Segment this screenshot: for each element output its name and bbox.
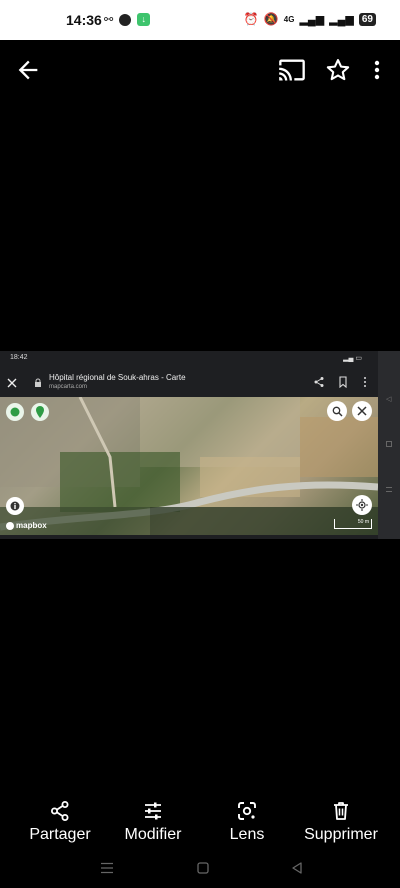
status-right-icons: ⏰ 🔕 4G ▂▄▆ ▂▄▆ 69 — [244, 12, 376, 26]
back-triangle-icon[interactable] — [291, 861, 303, 874]
close-icon — [352, 401, 372, 421]
mapbox-logo: mapbox — [6, 521, 47, 530]
info-icon — [6, 497, 24, 515]
star-icon[interactable] — [324, 56, 352, 84]
locate-icon — [352, 495, 372, 515]
rail-home-icon — [386, 441, 392, 447]
search-icon — [327, 401, 347, 421]
photo-browser-bar: Hôpital régional de Souk-ahras - Carte m… — [0, 365, 378, 397]
home-icon[interactable] — [197, 861, 209, 874]
top-app-bar — [0, 40, 400, 100]
phone-icon — [6, 403, 24, 421]
share-button[interactable]: Partager — [22, 796, 98, 844]
photo-status-bar: 18:42 ▂▄ ▭ — [0, 351, 378, 365]
photo-side-rail: ◁ — [378, 351, 400, 539]
share-icon — [313, 375, 325, 387]
lens-icon — [236, 800, 258, 822]
photo-status-icons: ▂▄ ▭ — [343, 355, 362, 362]
rail-back-icon: ◁ — [386, 396, 392, 403]
alarm-icon: ⏰ — [243, 12, 259, 26]
status-time: 14:36 — [66, 12, 102, 28]
battery-icon: 69 — [358, 12, 376, 26]
mapbox-logo-text: mapbox — [16, 521, 47, 530]
delete-button[interactable]: Supprimer — [298, 796, 384, 844]
close-icon — [7, 375, 17, 388]
bookmark-icon — [338, 375, 348, 389]
photo-page-url: mapcarta.com — [49, 384, 88, 390]
signal-icon: ▂▄▆ — [299, 13, 325, 26]
status-bar: 14:36 ⚯ ↓ ⏰ 🔕 4G ▂▄▆ ▂▄▆ 69 — [0, 0, 400, 40]
trash-icon — [330, 800, 352, 822]
more-vert-icon — [361, 375, 369, 387]
tune-icon — [142, 800, 164, 822]
mapbox-logo-icon — [6, 521, 14, 530]
cast-icon[interactable] — [278, 56, 306, 84]
mute-icon: 🔕 — [263, 12, 279, 26]
map-scale: 50 m — [334, 519, 372, 529]
edit-label: Modifier — [124, 826, 182, 843]
lock-icon — [34, 375, 42, 387]
network-type-label: 4G — [283, 14, 295, 24]
messenger-icon — [119, 13, 132, 26]
status-left-icons: ⚯ ↓ — [104, 13, 151, 26]
lens-label: Lens — [229, 826, 265, 843]
more-vert-icon[interactable] — [365, 56, 389, 84]
delete-label: Supprimer — [304, 826, 378, 843]
signal-2-icon: ▂▄▆ — [329, 13, 354, 26]
system-nav-bar — [0, 848, 400, 888]
back-arrow-icon[interactable] — [14, 56, 42, 84]
share-icon — [49, 800, 71, 822]
photo-preview[interactable]: 18:42 ▂▄ ▭ Hôpital régional de Souk-ahra… — [0, 351, 400, 539]
photo-actions-bar: Partager Modifier Lens Supprimer — [0, 796, 400, 848]
map-pin-icon — [31, 403, 49, 421]
edit-button[interactable]: Modifier — [117, 796, 189, 844]
recents-menu-icon[interactable] — [100, 861, 114, 874]
satellite-map: mapbox 50 m — [0, 397, 378, 535]
photo-page-title: Hôpital régional de Souk-ahras - Carte — [49, 373, 186, 382]
share-label: Partager — [29, 826, 91, 843]
rail-menu-icon — [386, 487, 392, 492]
lens-button[interactable]: Lens — [222, 796, 272, 844]
app-notification-icon: ↓ — [137, 13, 151, 26]
photo-status-time: 18:42 — [10, 354, 28, 361]
network-share-icon: ⚯ — [104, 14, 114, 26]
